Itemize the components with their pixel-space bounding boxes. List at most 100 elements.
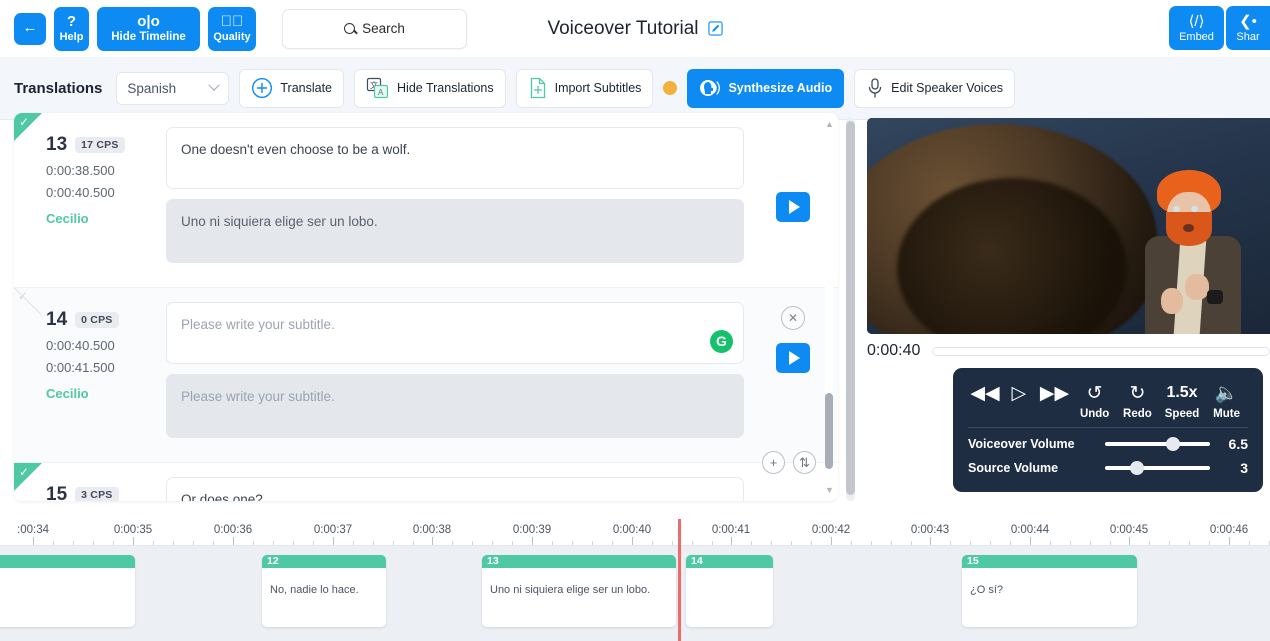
timeline-clip[interactable]: 13 Uno ni siquiera elige ser un lobo. <box>482 555 676 627</box>
subtitle-row[interactable]: ✓ 14 0 CPS 0:00:40.500 0:00:41.500 Cecil… <box>14 288 838 474</box>
translate-button[interactable]: Translate <box>239 68 345 108</box>
forward-button[interactable]: ▶▶ <box>1036 379 1073 407</box>
share-button[interactable]: ❮• Shar <box>1226 6 1270 50</box>
source-text-input[interactable]: One doesn't even choose to be a wolf. <box>166 127 744 189</box>
back-button[interactable]: ← <box>14 12 46 45</box>
edit-speaker-voices-label: Edit Speaker Voices <box>891 81 1004 95</box>
panel-scroll-thumb[interactable] <box>846 121 855 495</box>
video-progress-bar[interactable] <box>932 346 1270 356</box>
timeline-tick-minor <box>492 541 493 545</box>
timeline-tick-minor <box>692 541 693 545</box>
timeline-tick-minor <box>53 541 54 545</box>
check-icon: ✓ <box>19 465 30 479</box>
subtitle-list[interactable]: ✓ 13 17 CPS 0:00:38.500 0:00:40.500 Ceci… <box>14 113 838 501</box>
speed-label: Speed <box>1164 408 1200 420</box>
voiceover-volume-slider[interactable] <box>1105 437 1210 451</box>
timeline-tick-minor <box>93 541 94 545</box>
search-input[interactable]: Search <box>282 8 467 49</box>
player-time-row: 0:00:40 <box>867 336 1270 366</box>
end-time[interactable]: 0:00:40.500 <box>46 185 166 200</box>
subtitle-index: 14 <box>46 309 68 330</box>
scroll-down-arrow[interactable]: ▼ <box>825 485 834 495</box>
import-subtitles-button[interactable]: Import Subtitles <box>515 68 654 108</box>
voiceover-volume-row: Voiceover Volume 6.5 <box>968 436 1248 452</box>
timeline-tick-major <box>731 537 732 545</box>
play-button[interactable]: ▷ <box>1002 379 1036 407</box>
delete-row-button[interactable]: ✕ <box>781 306 805 330</box>
translated-text-input[interactable]: Please write your subtitle. <box>166 374 744 438</box>
timeline-tick-minor <box>811 541 812 545</box>
mute-button[interactable]: 🔈 Mute <box>1205 379 1248 420</box>
add-subtitle-button[interactable]: + <box>762 451 785 474</box>
subtitle-texts: Please write your subtitle. G Please wri… <box>166 288 748 462</box>
merge-split-icon[interactable]: ⇅ <box>793 451 816 474</box>
start-time[interactable]: 0:00:38.500 <box>46 163 166 178</box>
grammarly-icon[interactable]: G <box>710 330 733 353</box>
speed-value: 1.5x <box>1166 384 1198 401</box>
pencil-edit-icon[interactable] <box>707 21 723 36</box>
play-row-button[interactable] <box>776 192 810 222</box>
voiceover-editor-app: ← ? Help o|o Hide Timeline ✓⃝ Quality Se… <box>0 0 1270 641</box>
speaker-name[interactable]: Cecilio <box>46 386 166 401</box>
hide-timeline-button[interactable]: o|o Hide Timeline <box>97 6 200 51</box>
timeline-playhead[interactable] <box>678 519 681 641</box>
play-row-button[interactable] <box>776 343 810 373</box>
redo-button[interactable]: ↻ Redo <box>1116 379 1159 421</box>
import-file-icon <box>530 77 545 99</box>
divider <box>968 427 1248 428</box>
video-preview[interactable] <box>867 118 1270 334</box>
subtitle-row[interactable]: ✓ 13 17 CPS 0:00:38.500 0:00:40.500 Ceci… <box>14 113 838 288</box>
embed-button[interactable]: ⟨/⟩ Embed <box>1169 6 1224 50</box>
source-volume-knob[interactable] <box>1129 461 1144 475</box>
source-text-input[interactable]: Please write your subtitle. G <box>166 302 744 364</box>
language-select[interactable]: Spanish <box>116 71 230 105</box>
end-time[interactable]: 0:00:41.500 <box>46 360 166 375</box>
timeline-clip[interactable]: 15 ¿O sí? <box>962 555 1137 627</box>
timeline-tick-minor <box>413 541 414 545</box>
timeline-tick-minor <box>672 541 673 545</box>
timeline-tick-minor <box>712 541 713 545</box>
help-button[interactable]: ? Help <box>54 6 89 51</box>
edit-speaker-voices-button[interactable]: Edit Speaker Voices <box>854 68 1016 108</box>
start-time[interactable]: 0:00:40.500 <box>46 338 166 353</box>
timeline-clip-text <box>686 568 773 627</box>
voiceover-volume-label: Voiceover Volume <box>968 437 1075 451</box>
voiceover-volume-knob[interactable] <box>1166 437 1181 451</box>
timeline-ruler[interactable]: :00:34 0:00:35 0:00:36 0:00:37 0:00:38 0:00:3… <box>0 519 1270 546</box>
timeline-tick-label: 0:00:43 <box>910 524 950 536</box>
timeline-tick-minor <box>572 541 573 545</box>
synthesize-audio-button[interactable]: Synthesize Audio <box>687 68 845 108</box>
scroll-thumb[interactable] <box>825 393 833 469</box>
status-indicator-dot <box>663 81 678 95</box>
quality-button[interactable]: ✓⃝ Quality <box>208 6 256 51</box>
panel-scrollbar[interactable] <box>846 117 855 501</box>
timeline-tick-minor <box>253 541 254 545</box>
subtitle-row[interactable]: ✓ 15 3 CPS 0:00:43.300 Or does one? <box>14 463 838 501</box>
source-text-input[interactable]: Or does one? <box>166 477 744 501</box>
speaker-name[interactable]: Cecilio <box>46 211 166 226</box>
timeline-tick-major <box>233 537 234 545</box>
timeline-tick-major <box>33 537 34 545</box>
scroll-up-arrow[interactable]: ▲ <box>825 119 834 129</box>
timeline-clip[interactable]: lo? <box>0 555 135 627</box>
subtitle-index: 13 <box>46 134 68 155</box>
speed-button[interactable]: 1.5x Speed <box>1159 379 1205 420</box>
timeline-tick-major <box>831 537 832 545</box>
undo-button[interactable]: ↺ Undo <box>1073 379 1116 421</box>
timeline-clip[interactable]: 12 No, nadie lo hace. <box>262 555 386 627</box>
current-time: 0:00:40 <box>867 342 921 359</box>
inner-scrollbar[interactable]: ▲ ▼ <box>824 119 834 495</box>
timeline-tick-minor <box>1050 541 1051 545</box>
translated-text-input[interactable]: Uno ni siquiera elige ser un lobo. <box>166 199 744 263</box>
timeline-tick-minor <box>273 541 274 545</box>
rewind-button[interactable]: ◀◀ <box>968 379 1002 407</box>
hide-translations-button[interactable]: 文 A Hide Translations <box>354 68 506 108</box>
timeline-panel[interactable]: :00:34 0:00:35 0:00:36 0:00:37 0:00:38 0:00:3… <box>0 519 1270 641</box>
timeline-track[interactable]: lo? 12No, nadie lo hace. 13Uno ni siquiera… <box>0 546 1270 641</box>
source-volume-value: 3 <box>1240 460 1248 476</box>
timeline-clip[interactable]: 14 <box>686 555 773 627</box>
timeline-tick-minor <box>313 541 314 545</box>
source-volume-slider[interactable] <box>1105 461 1210 475</box>
redo-icon: ↻ <box>1129 382 1146 404</box>
timeline-tick-minor <box>1249 541 1250 545</box>
